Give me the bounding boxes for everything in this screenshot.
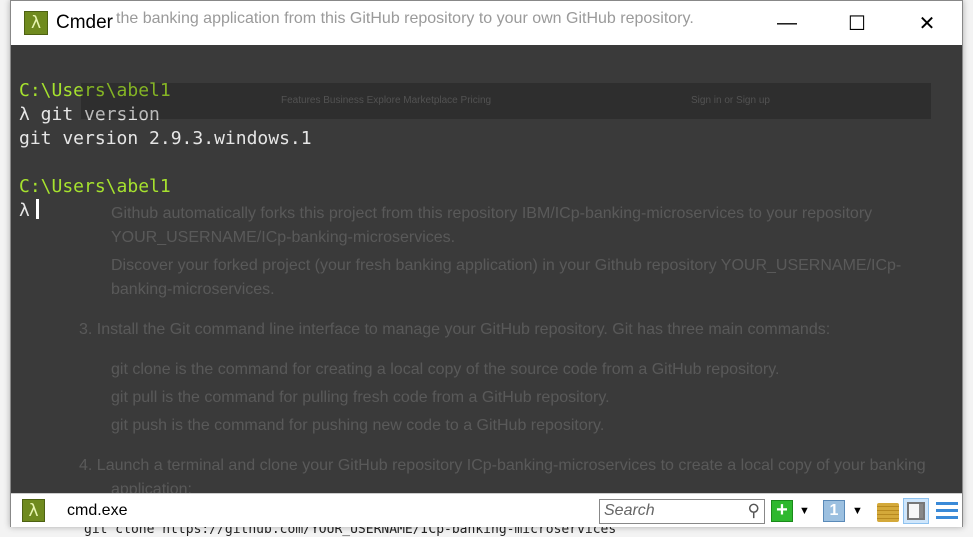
menu-icon[interactable] — [936, 502, 958, 520]
doc-text-top-line: the banking application from this GitHub… — [116, 10, 694, 27]
search-input[interactable]: Search ⚲ — [599, 499, 765, 524]
output-line: git version 2.9.3.windows.1 — [19, 128, 312, 149]
new-console-menu-icon[interactable]: ▼ — [799, 500, 821, 522]
cmder-window: λ Cmder — ☐ ✕ C:\Users\abel1 λ git versi… — [10, 0, 963, 527]
command-line: λ — [19, 200, 30, 221]
lambda-icon: λ — [22, 499, 45, 522]
cursor — [35, 199, 39, 219]
terminal[interactable]: C:\Users\abel1 λ git version git version… — [11, 45, 962, 493]
lambda-icon: λ — [24, 11, 48, 35]
search-icon: ⚲ — [747, 501, 760, 520]
status-bar: λ cmd.exe Search ⚲ + ▼ 1 ▼ — [11, 493, 962, 527]
prompt-path: C:\Users\abel1 — [19, 176, 171, 197]
lock-icon[interactable] — [877, 503, 899, 522]
new-console-button[interactable]: + — [771, 500, 793, 522]
window-title: Cmder — [56, 12, 114, 33]
prompt-path: C:\Users\abel1 — [19, 80, 171, 101]
command-line: λ git version — [19, 104, 160, 125]
split-view-button[interactable] — [903, 498, 929, 524]
console-tab[interactable]: cmd.exe — [67, 502, 127, 520]
close-button[interactable]: ✕ — [892, 1, 962, 45]
tab-menu-icon[interactable]: ▼ — [852, 500, 874, 522]
maximize-button[interactable]: ☐ — [822, 1, 892, 45]
tab-number-button[interactable]: 1 — [823, 500, 845, 522]
minimize-button[interactable]: — — [752, 1, 822, 45]
